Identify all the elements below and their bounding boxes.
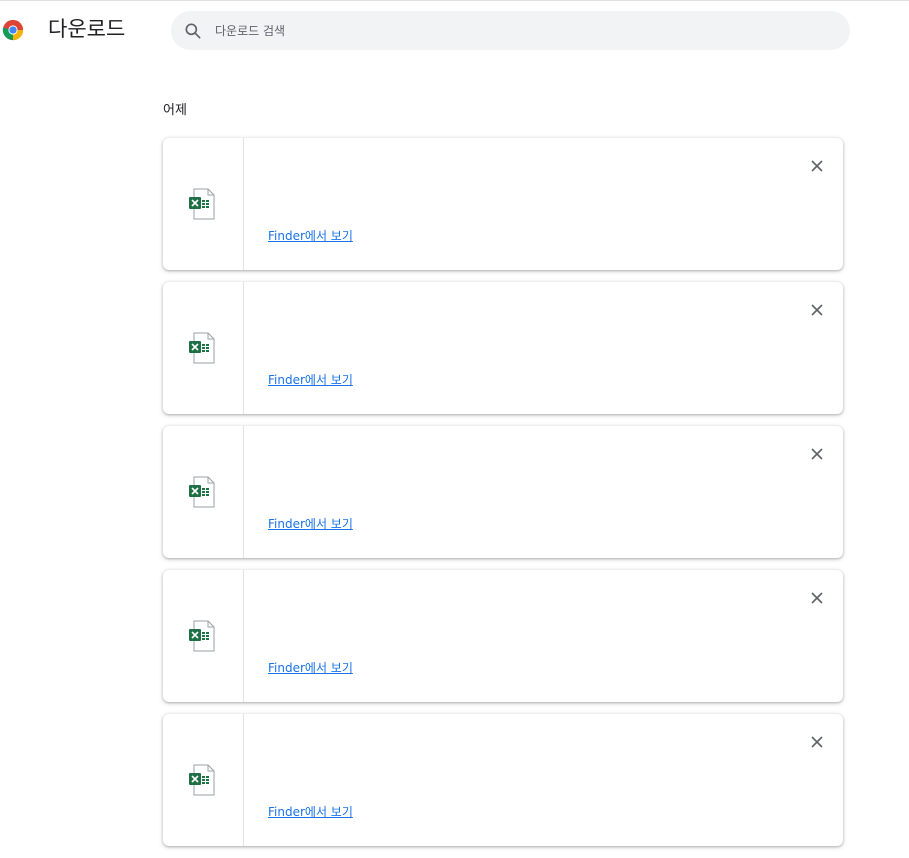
show-in-finder-link[interactable]: Finder에서 보기 bbox=[268, 802, 353, 822]
search-input[interactable] bbox=[215, 11, 815, 50]
file-icon-area bbox=[163, 138, 244, 270]
show-in-finder-link[interactable]: Finder에서 보기 bbox=[268, 370, 353, 390]
page-title: 다운로드 bbox=[48, 17, 126, 41]
download-item: Finder에서 보기 bbox=[163, 570, 843, 702]
remove-button[interactable] bbox=[805, 298, 829, 322]
show-in-finder-link[interactable]: Finder에서 보기 bbox=[268, 514, 353, 534]
excel-file-icon bbox=[189, 620, 215, 652]
excel-file-icon bbox=[189, 332, 215, 364]
close-icon bbox=[811, 736, 823, 748]
download-item: Finder에서 보기 bbox=[163, 138, 843, 270]
download-item: Finder에서 보기 bbox=[163, 282, 843, 414]
show-in-finder-link[interactable]: Finder에서 보기 bbox=[268, 226, 353, 246]
search-icon bbox=[185, 23, 201, 39]
excel-file-icon bbox=[189, 188, 215, 220]
file-icon-area bbox=[163, 426, 244, 558]
header: 다운로드 bbox=[0, 0, 909, 60]
file-icon-area bbox=[163, 282, 244, 414]
remove-button[interactable] bbox=[805, 442, 829, 466]
file-icon-area bbox=[163, 570, 244, 702]
close-icon bbox=[811, 304, 823, 316]
download-list: Finder에서 보기 Finder에서 보기 Finder에서 보기 Find… bbox=[163, 138, 843, 858]
chrome-logo-icon bbox=[2, 19, 24, 41]
search-box[interactable] bbox=[171, 11, 850, 50]
excel-file-icon bbox=[189, 476, 215, 508]
remove-button[interactable] bbox=[805, 586, 829, 610]
show-in-finder-link[interactable]: Finder에서 보기 bbox=[268, 658, 353, 678]
download-item: Finder에서 보기 bbox=[163, 426, 843, 558]
excel-file-icon bbox=[189, 764, 215, 796]
close-icon bbox=[811, 592, 823, 604]
download-item: Finder에서 보기 bbox=[163, 714, 843, 846]
close-icon bbox=[811, 160, 823, 172]
date-heading: 어제 bbox=[163, 103, 187, 118]
remove-button[interactable] bbox=[805, 154, 829, 178]
close-icon bbox=[811, 448, 823, 460]
file-icon-area bbox=[163, 714, 244, 846]
remove-button[interactable] bbox=[805, 730, 829, 754]
